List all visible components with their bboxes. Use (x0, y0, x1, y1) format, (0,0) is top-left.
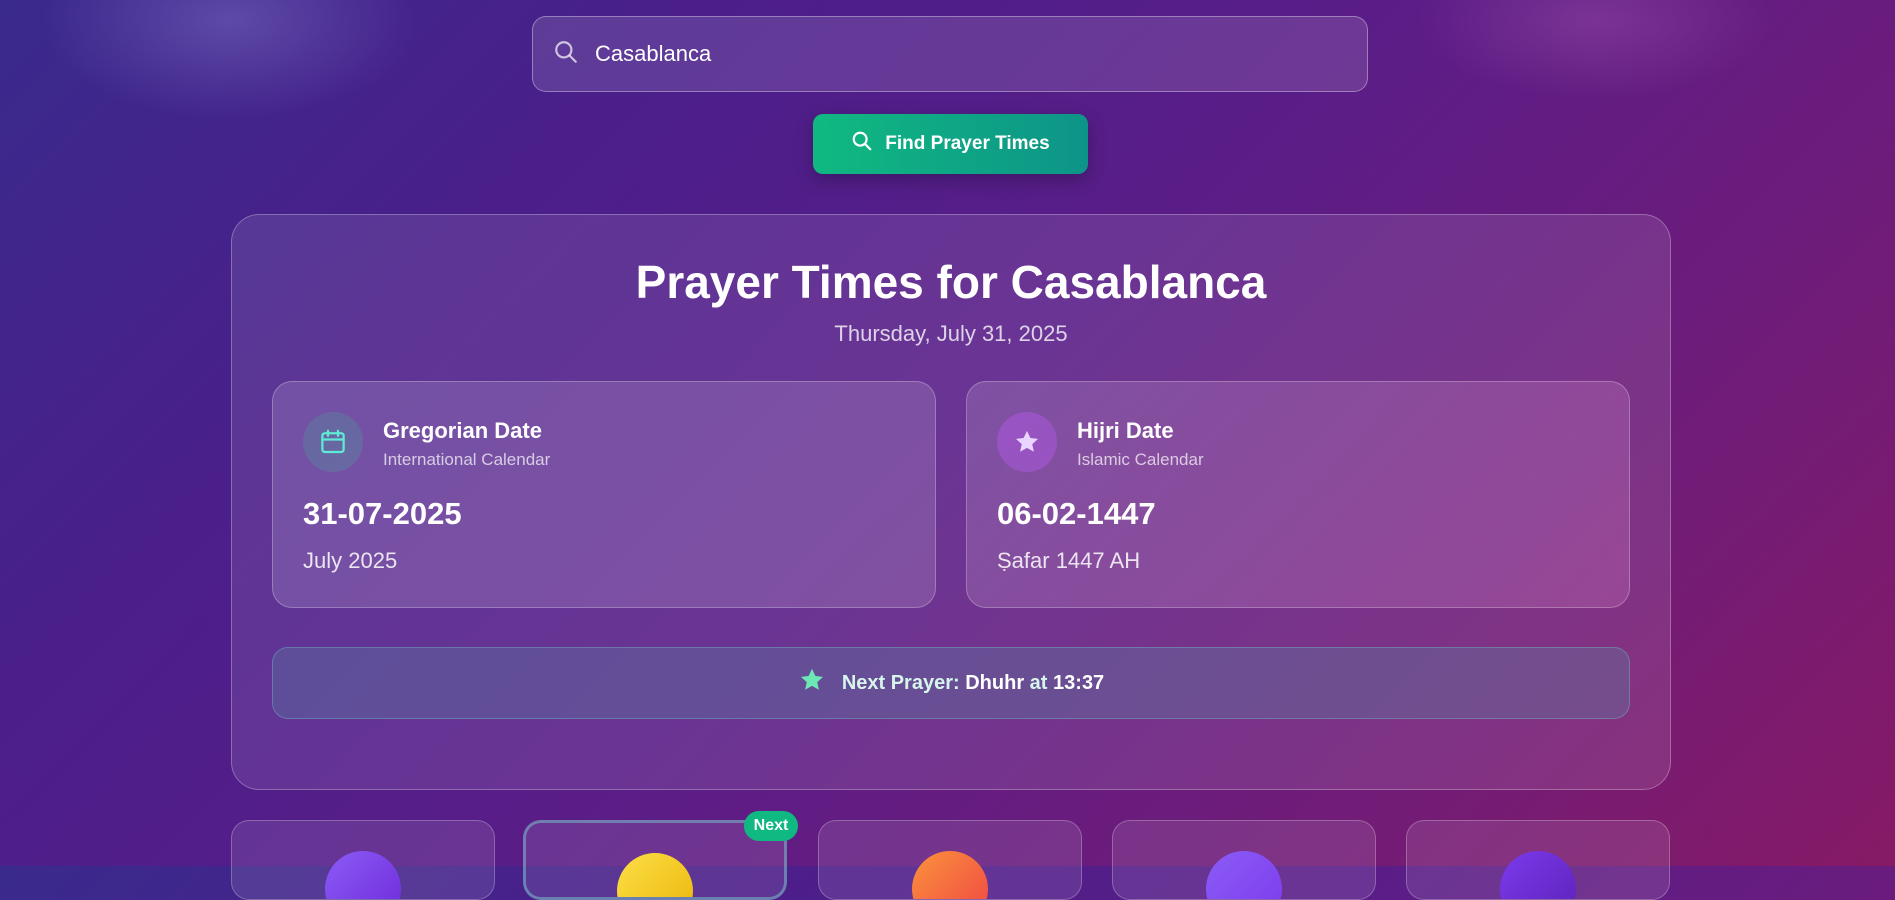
prayer-card[interactable] (231, 820, 495, 900)
prayer-card[interactable] (818, 820, 1082, 900)
prayer-times-card: Prayer Times for Casablanca Thursday, Ju… (231, 214, 1671, 790)
prayer-card[interactable] (1112, 820, 1376, 900)
next-prayer-time: 13:37 (1053, 671, 1105, 694)
star-icon (997, 412, 1057, 472)
next-prayer-connector: at (1029, 671, 1048, 694)
hijri-month: Ṣafar 1447 AH (997, 548, 1141, 573)
find-button-label: Find Prayer Times (885, 133, 1050, 154)
gregorian-title: Gregorian Date (383, 418, 542, 443)
prayer-icon (1500, 851, 1576, 899)
hijri-title: Hijri Date (1077, 418, 1174, 443)
next-prayer-banner: Next Prayer: Dhuhr at 13:37 (272, 647, 1630, 719)
gregorian-date-value: 31-07-2025 (303, 496, 462, 531)
search-icon (553, 39, 579, 70)
hijri-subtitle: Islamic Calendar (1077, 450, 1204, 469)
hijri-date-card: Hijri Date Islamic Calendar 06-02-1447 Ṣ… (966, 381, 1630, 608)
search-icon (851, 130, 873, 158)
background-glow (1415, 0, 1775, 100)
next-prayer-name: Dhuhr (965, 671, 1025, 694)
gregorian-subtitle: International Calendar (383, 450, 551, 469)
search-box[interactable] (532, 16, 1368, 92)
prayer-icon (325, 851, 401, 899)
hijri-date-value: 06-02-1447 (997, 496, 1156, 531)
prayer-card[interactable] (1406, 820, 1670, 900)
prayer-icon (912, 851, 988, 899)
city-search-input[interactable] (593, 40, 1337, 68)
prayer-icon (617, 853, 693, 897)
prayer-icon (1206, 851, 1282, 899)
gregorian-month: July 2025 (303, 548, 398, 573)
gregorian-date-card: Gregorian Date International Calendar 31… (272, 381, 936, 608)
find-prayer-times-button[interactable]: Find Prayer Times (813, 114, 1088, 174)
calendar-icon (303, 412, 363, 472)
background-glow (40, 0, 420, 120)
next-prayer-text: Next Prayer: Dhuhr at 13:37 (842, 672, 1104, 695)
star-icon (798, 666, 826, 700)
next-badge: Next (744, 811, 798, 841)
page-title: Prayer Times for Casablanca (635, 256, 1267, 308)
page-subtitle: Thursday, July 31, 2025 (834, 321, 1068, 346)
next-prayer-prefix: Next Prayer: (841, 671, 960, 694)
